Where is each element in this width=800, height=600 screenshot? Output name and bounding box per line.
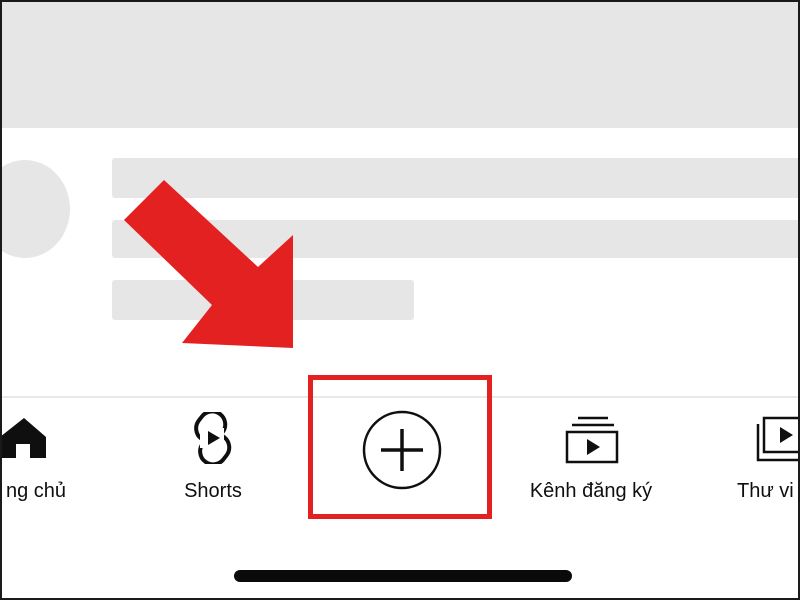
home-indicator-bar [234,570,572,582]
screenshot-frame: ng chủ Shorts Kênh đăng ký Thư vi [0,0,800,600]
red-arrow-pointer-icon [124,180,293,348]
